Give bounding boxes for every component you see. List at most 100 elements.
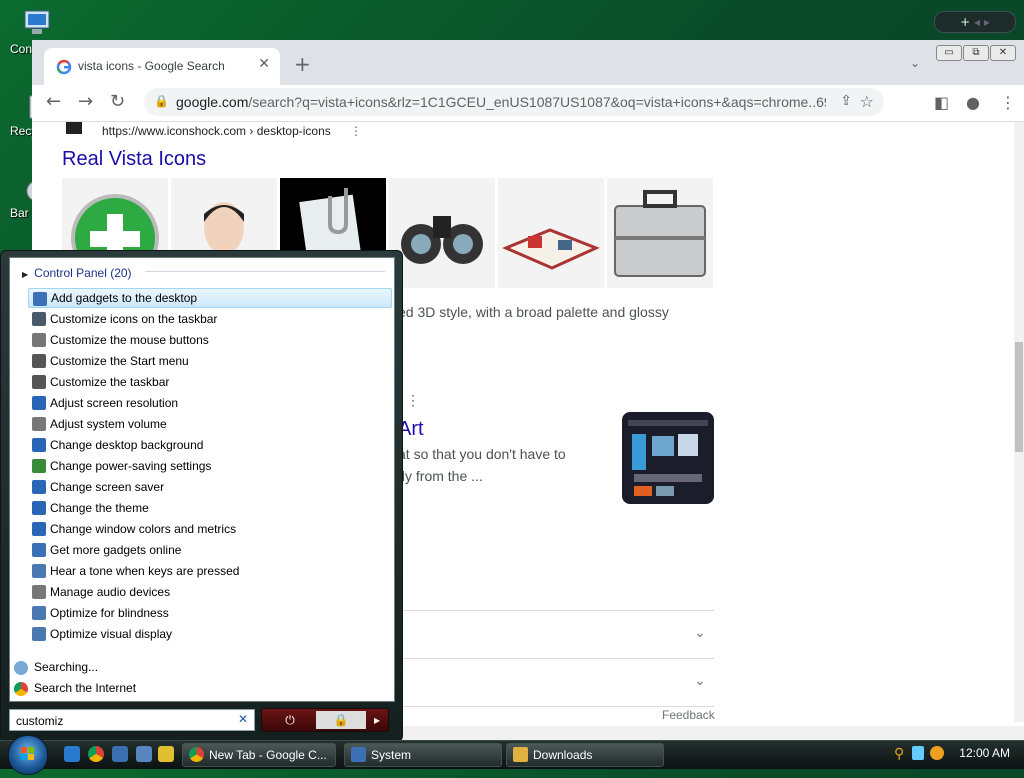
menu-kebab-icon[interactable]: ⋮: [1000, 93, 1016, 112]
forward-arrow-icon[interactable]: →: [78, 91, 93, 112]
control-panel-item-icon: [32, 312, 46, 326]
start-search-box[interactable]: ✕: [9, 709, 255, 731]
control-panel-item[interactable]: Change power-saving settings: [28, 456, 390, 476]
minimize-button[interactable]: ▭: [936, 45, 962, 61]
tab-active[interactable]: vista icons - Google Search ✕: [44, 48, 280, 85]
power-buttons: ⏻ 🔒 ▸: [261, 708, 389, 732]
control-panel-item[interactable]: Customize the taskbar: [28, 372, 390, 392]
taskbar-button-label: New Tab - Google C...: [209, 748, 327, 762]
result-more-icon[interactable]: ⋮: [350, 124, 362, 138]
control-panel-item[interactable]: Optimize for blindness: [28, 603, 390, 623]
clock[interactable]: 12:00 AM: [959, 746, 1010, 760]
clear-search-icon[interactable]: ✕: [238, 712, 248, 726]
update-icon[interactable]: [930, 746, 944, 760]
share-icon[interactable]: ⇪: [840, 93, 852, 109]
new-tab-button[interactable]: +: [294, 54, 311, 74]
control-panel-item-label: Add gadgets to the desktop: [51, 291, 198, 305]
switch-windows-icon[interactable]: [136, 746, 152, 762]
taskbar-button-downloads[interactable]: Downloads: [506, 743, 664, 767]
control-panel-item[interactable]: Change desktop background: [28, 435, 390, 455]
control-panel-item[interactable]: Change the theme: [28, 498, 390, 518]
power-options-arrow-icon[interactable]: ▸: [368, 711, 386, 729]
taskbar-button-chrome[interactable]: New Tab - Google C...: [182, 743, 336, 767]
divider: [392, 610, 714, 611]
address-bar[interactable]: 🔒 google.com/search?q=vista+icons&rlz=1C…: [144, 88, 884, 116]
profile-avatar-icon[interactable]: ●: [966, 93, 980, 112]
control-panel-item[interactable]: Add gadgets to the desktop: [28, 288, 392, 308]
control-panel-item-icon: [32, 354, 46, 368]
control-panel-item-label: Change the theme: [50, 501, 149, 515]
media-player-icon[interactable]: [158, 746, 174, 762]
site-favicon-icon: [66, 122, 82, 134]
google-icon: [56, 59, 72, 75]
tab-close-icon[interactable]: ✕: [258, 56, 270, 72]
reload-icon[interactable]: ↻: [110, 91, 125, 112]
image-briefcase-icon[interactable]: [607, 178, 713, 288]
control-panel-item-icon: [32, 585, 46, 599]
network-icon[interactable]: [912, 746, 924, 760]
url-host: google.com: [176, 94, 249, 110]
start-search-input[interactable]: [10, 712, 236, 730]
sidebar-nav-icons: ◂ ▸: [974, 15, 990, 29]
control-panel-item[interactable]: Change screen saver: [28, 477, 390, 497]
control-panel-item-icon: [32, 417, 46, 431]
control-panel-item-label: Manage audio devices: [50, 585, 171, 599]
chevron-down-icon[interactable]: ⌄: [694, 672, 706, 689]
vertical-scrollbar[interactable]: [1014, 122, 1024, 722]
control-panel-item[interactable]: Adjust screen resolution: [28, 393, 390, 413]
searching-row[interactable]: Searching...: [14, 660, 98, 675]
control-panel-item[interactable]: Adjust system volume: [28, 414, 390, 434]
internet-explorer-icon[interactable]: [64, 746, 80, 762]
browser-toolbar: ← → ↻ 🔒 google.com/search?q=vista+icons&…: [32, 85, 1024, 122]
control-panel-item-label: Optimize for blindness: [50, 606, 169, 620]
lock-button-icon[interactable]: 🔒: [316, 711, 366, 729]
search-progress-icon: [14, 660, 28, 675]
control-panel-item-icon: [32, 375, 46, 389]
desktop-icon-label: Bar: [10, 206, 29, 220]
show-desktop-icon[interactable]: [112, 746, 128, 762]
control-panel-item[interactable]: Change window colors and metrics: [28, 519, 390, 539]
control-panel-item[interactable]: Customize icons on the taskbar: [28, 309, 390, 329]
result-url[interactable]: https://www.iconshock.com › desktop-icon…: [102, 124, 331, 138]
sidebar-add-gadget-control[interactable]: + ◂ ▸: [934, 11, 1016, 33]
control-panel-item-label: Hear a tone when keys are pressed: [50, 564, 240, 578]
bookmark-star-icon[interactable]: ☆: [860, 92, 874, 111]
control-panel-item[interactable]: Optimize visual display: [28, 624, 390, 644]
result-more-icon[interactable]: ⋮: [406, 392, 420, 409]
control-panel-item-icon: [32, 606, 46, 620]
control-panel-item-icon: [33, 292, 47, 306]
control-panel-item-label: Get more gadgets online: [50, 543, 182, 557]
desktop-icon-computer[interactable]: Con: [0, 8, 50, 56]
control-panel-item-icon: [32, 480, 46, 494]
control-panel-item[interactable]: Get more gadgets online: [28, 540, 390, 560]
control-panel-item[interactable]: Hear a tone when keys are pressed: [28, 561, 390, 581]
result-title[interactable]: Real Vista Icons: [62, 148, 206, 171]
start-orb-button[interactable]: [8, 735, 48, 775]
control-panel-item[interactable]: Customize the Start menu: [28, 351, 390, 371]
result-snippet-2b: tly from the ...: [398, 468, 483, 484]
result-thumbnail[interactable]: [622, 412, 714, 504]
tab-search-button[interactable]: ⌄: [910, 56, 920, 70]
control-panel-item[interactable]: Customize the mouse buttons: [28, 330, 390, 350]
feedback-link[interactable]: Feedback: [662, 708, 715, 722]
group-header[interactable]: ▶ Control Panel (20): [22, 266, 132, 280]
control-panel-item-label: Adjust system volume: [50, 417, 167, 431]
restore-button[interactable]: ⧉: [963, 45, 989, 61]
chrome-quicklaunch-icon[interactable]: [88, 746, 104, 762]
image-binoculars-icon[interactable]: [389, 178, 495, 288]
side-panel-icon[interactable]: ◧: [934, 93, 949, 112]
power-icon[interactable]: ⏻: [266, 711, 314, 729]
back-arrow-icon[interactable]: ←: [46, 91, 61, 112]
divider: [392, 706, 714, 707]
close-window-button[interactable]: ✕: [990, 45, 1016, 61]
chevron-down-icon[interactable]: ⌄: [694, 624, 706, 641]
image-book-icon[interactable]: [498, 178, 604, 288]
control-panel-item[interactable]: Manage audio devices: [28, 582, 390, 602]
taskbar-button-system[interactable]: System: [344, 743, 502, 767]
taskbar: New Tab - Google C... System Downloads ⚲…: [0, 735, 1024, 775]
scrollbar-thumb[interactable]: [1015, 342, 1023, 452]
search-internet-row[interactable]: Search the Internet: [14, 681, 136, 696]
lock-icon: 🔒: [154, 94, 169, 108]
horizontal-scrollbar[interactable]: [392, 726, 1024, 740]
search-tray-icon[interactable]: ⚲: [894, 746, 904, 762]
